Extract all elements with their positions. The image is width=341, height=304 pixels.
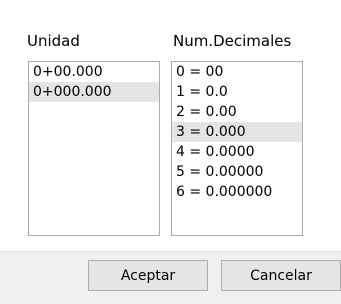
decimales-option[interactable]: 2 = 0.00 (172, 102, 302, 122)
decimales-option[interactable]: 6 = 0.000000 (172, 182, 302, 202)
decimales-option[interactable]: 0 = 00 (172, 62, 302, 82)
unidad-option[interactable]: 0+00.000 (29, 62, 159, 82)
accept-button[interactable]: Aceptar (88, 260, 208, 291)
decimales-option[interactable]: 5 = 0.00000 (172, 162, 302, 182)
decimales-label: Num.Decimales (173, 32, 292, 50)
decimales-option[interactable]: 3 = 0.000 (172, 122, 302, 142)
decimales-option[interactable]: 1 = 0.0 (172, 82, 302, 102)
decimales-listbox[interactable]: 0 = 00 1 = 0.0 2 = 0.00 3 = 0.000 4 = 0.… (171, 61, 303, 236)
cancel-button[interactable]: Cancelar (221, 260, 341, 291)
unidad-option[interactable]: 0+000.000 (29, 82, 159, 102)
unidad-label: Unidad (27, 32, 80, 50)
decimales-option[interactable]: 4 = 0.0000 (172, 142, 302, 162)
decimal-settings-dialog: Unidad Num.Decimales 0+00.000 0+000.000 … (0, 0, 341, 304)
unidad-listbox[interactable]: 0+00.000 0+000.000 (28, 61, 160, 236)
